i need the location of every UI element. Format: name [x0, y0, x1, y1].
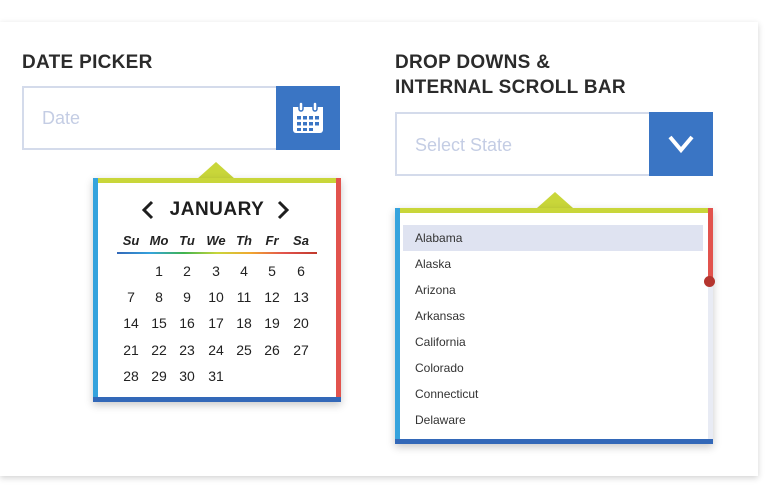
state-option[interactable]: Alaska: [403, 251, 703, 277]
calendar-button[interactable]: [276, 86, 340, 150]
calendar-day[interactable]: 18: [230, 315, 258, 331]
state-option[interactable]: Colorado: [403, 355, 703, 381]
calendar-day[interactable]: 4: [230, 263, 258, 279]
weekday-label: Tu: [179, 233, 195, 248]
calendar-day[interactable]: 23: [173, 342, 201, 358]
state-option[interactable]: Alabama: [403, 225, 703, 251]
calendar-border-top: [93, 178, 341, 183]
dropdown-border-left: [395, 208, 400, 444]
calendar-day[interactable]: 1: [145, 263, 173, 279]
calendar-popup: JANUARY Su Mo Tu We Th Fr Sa 1 2 3 4 5 6 7 8 9 10 11 12 13…: [93, 178, 341, 402]
calendar-day[interactable]: 24: [202, 342, 230, 358]
dropdown-border-bottom: [395, 439, 713, 444]
date-placeholder: Date: [42, 108, 81, 128]
weekday-label: Mo: [149, 233, 169, 248]
chevron-down-icon: [668, 135, 694, 154]
next-month-button[interactable]: [273, 199, 293, 221]
weekday-label: Th: [236, 233, 252, 248]
calendar-day[interactable]: 15: [145, 315, 173, 331]
calendar-day[interactable]: 8: [145, 289, 173, 305]
calendar-day[interactable]: 16: [173, 315, 201, 331]
calendar-day[interactable]: 31: [202, 368, 230, 384]
dropdown-heading: DROP DOWNS & INTERNAL SCROLL BAR: [395, 50, 626, 100]
state-option[interactable]: Arizona: [403, 277, 703, 303]
calendar-day[interactable]: 25: [230, 342, 258, 358]
state-option[interactable]: California: [403, 329, 703, 355]
dropdown-toggle-button[interactable]: [649, 112, 713, 176]
calendar-day[interactable]: 7: [117, 289, 145, 305]
state-placeholder: Select State: [415, 135, 513, 155]
calendar-day[interactable]: 28: [117, 368, 145, 384]
calendar-day[interactable]: 14: [117, 315, 145, 331]
dropdown-pointer: [537, 192, 573, 208]
rainbow-divider: [117, 252, 317, 254]
calendar-day[interactable]: 12: [258, 289, 286, 305]
calendar-day[interactable]: 6: [287, 263, 315, 279]
calendar-day[interactable]: 9: [173, 289, 201, 305]
calendar-day[interactable]: 19: [258, 315, 286, 331]
calendar-day[interactable]: 20: [287, 315, 315, 331]
calendar-day[interactable]: 3: [202, 263, 230, 279]
calendar-icon: [293, 101, 323, 133]
chevron-right-icon: [277, 200, 290, 220]
calendar-day[interactable]: 30: [173, 368, 201, 384]
scrollbar-handle[interactable]: [704, 276, 715, 287]
date-picker-heading: DATE PICKER: [22, 52, 153, 73]
scrollbar-thumb[interactable]: [708, 208, 713, 280]
dropdown-border-top: [395, 208, 713, 213]
date-input[interactable]: Date: [22, 86, 340, 150]
weekday-label: Sa: [293, 233, 309, 248]
calendar-month: JANUARY: [169, 199, 265, 220]
calendar-day[interactable]: 13: [287, 289, 315, 305]
state-dropdown-list: Alabama Alaska Arizona Arkansas California Co…: [395, 208, 713, 444]
calendar-day[interactable]: 17: [202, 315, 230, 331]
calendar-day[interactable]: 29: [145, 368, 173, 384]
calendar-day[interactable]: 27: [287, 342, 315, 358]
weekday-row: Su Mo Tu We Th Fr Sa: [117, 233, 317, 251]
state-option[interactable]: Arkansas: [403, 303, 703, 329]
state-select[interactable]: Select State: [395, 112, 713, 176]
scrollbar-track[interactable]: [708, 208, 713, 439]
calendar-header: JANUARY: [93, 197, 341, 223]
chevron-left-icon: [141, 200, 154, 220]
state-option[interactable]: Delaware: [403, 407, 703, 433]
dropdown-heading-line2: INTERNAL SCROLL BAR: [395, 77, 626, 98]
prev-month-button[interactable]: [138, 199, 158, 221]
calendar-day[interactable]: 22: [145, 342, 173, 358]
calendar-day[interactable]: 5: [258, 263, 286, 279]
calendar-day[interactable]: 26: [258, 342, 286, 358]
weekday-label: We: [206, 233, 226, 248]
dropdown-heading-line1: DROP DOWNS &: [395, 52, 551, 73]
calendar-day[interactable]: 21: [117, 342, 145, 358]
weekday-label: Fr: [265, 233, 279, 248]
calendar-pointer: [197, 162, 235, 179]
calendar-border-bottom: [93, 397, 341, 402]
weekday-label: Su: [122, 233, 140, 248]
calendar-day[interactable]: 10: [202, 289, 230, 305]
calendar-day[interactable]: 11: [230, 289, 258, 305]
state-option[interactable]: Connecticut: [403, 381, 703, 407]
calendar-day[interactable]: 2: [173, 263, 201, 279]
